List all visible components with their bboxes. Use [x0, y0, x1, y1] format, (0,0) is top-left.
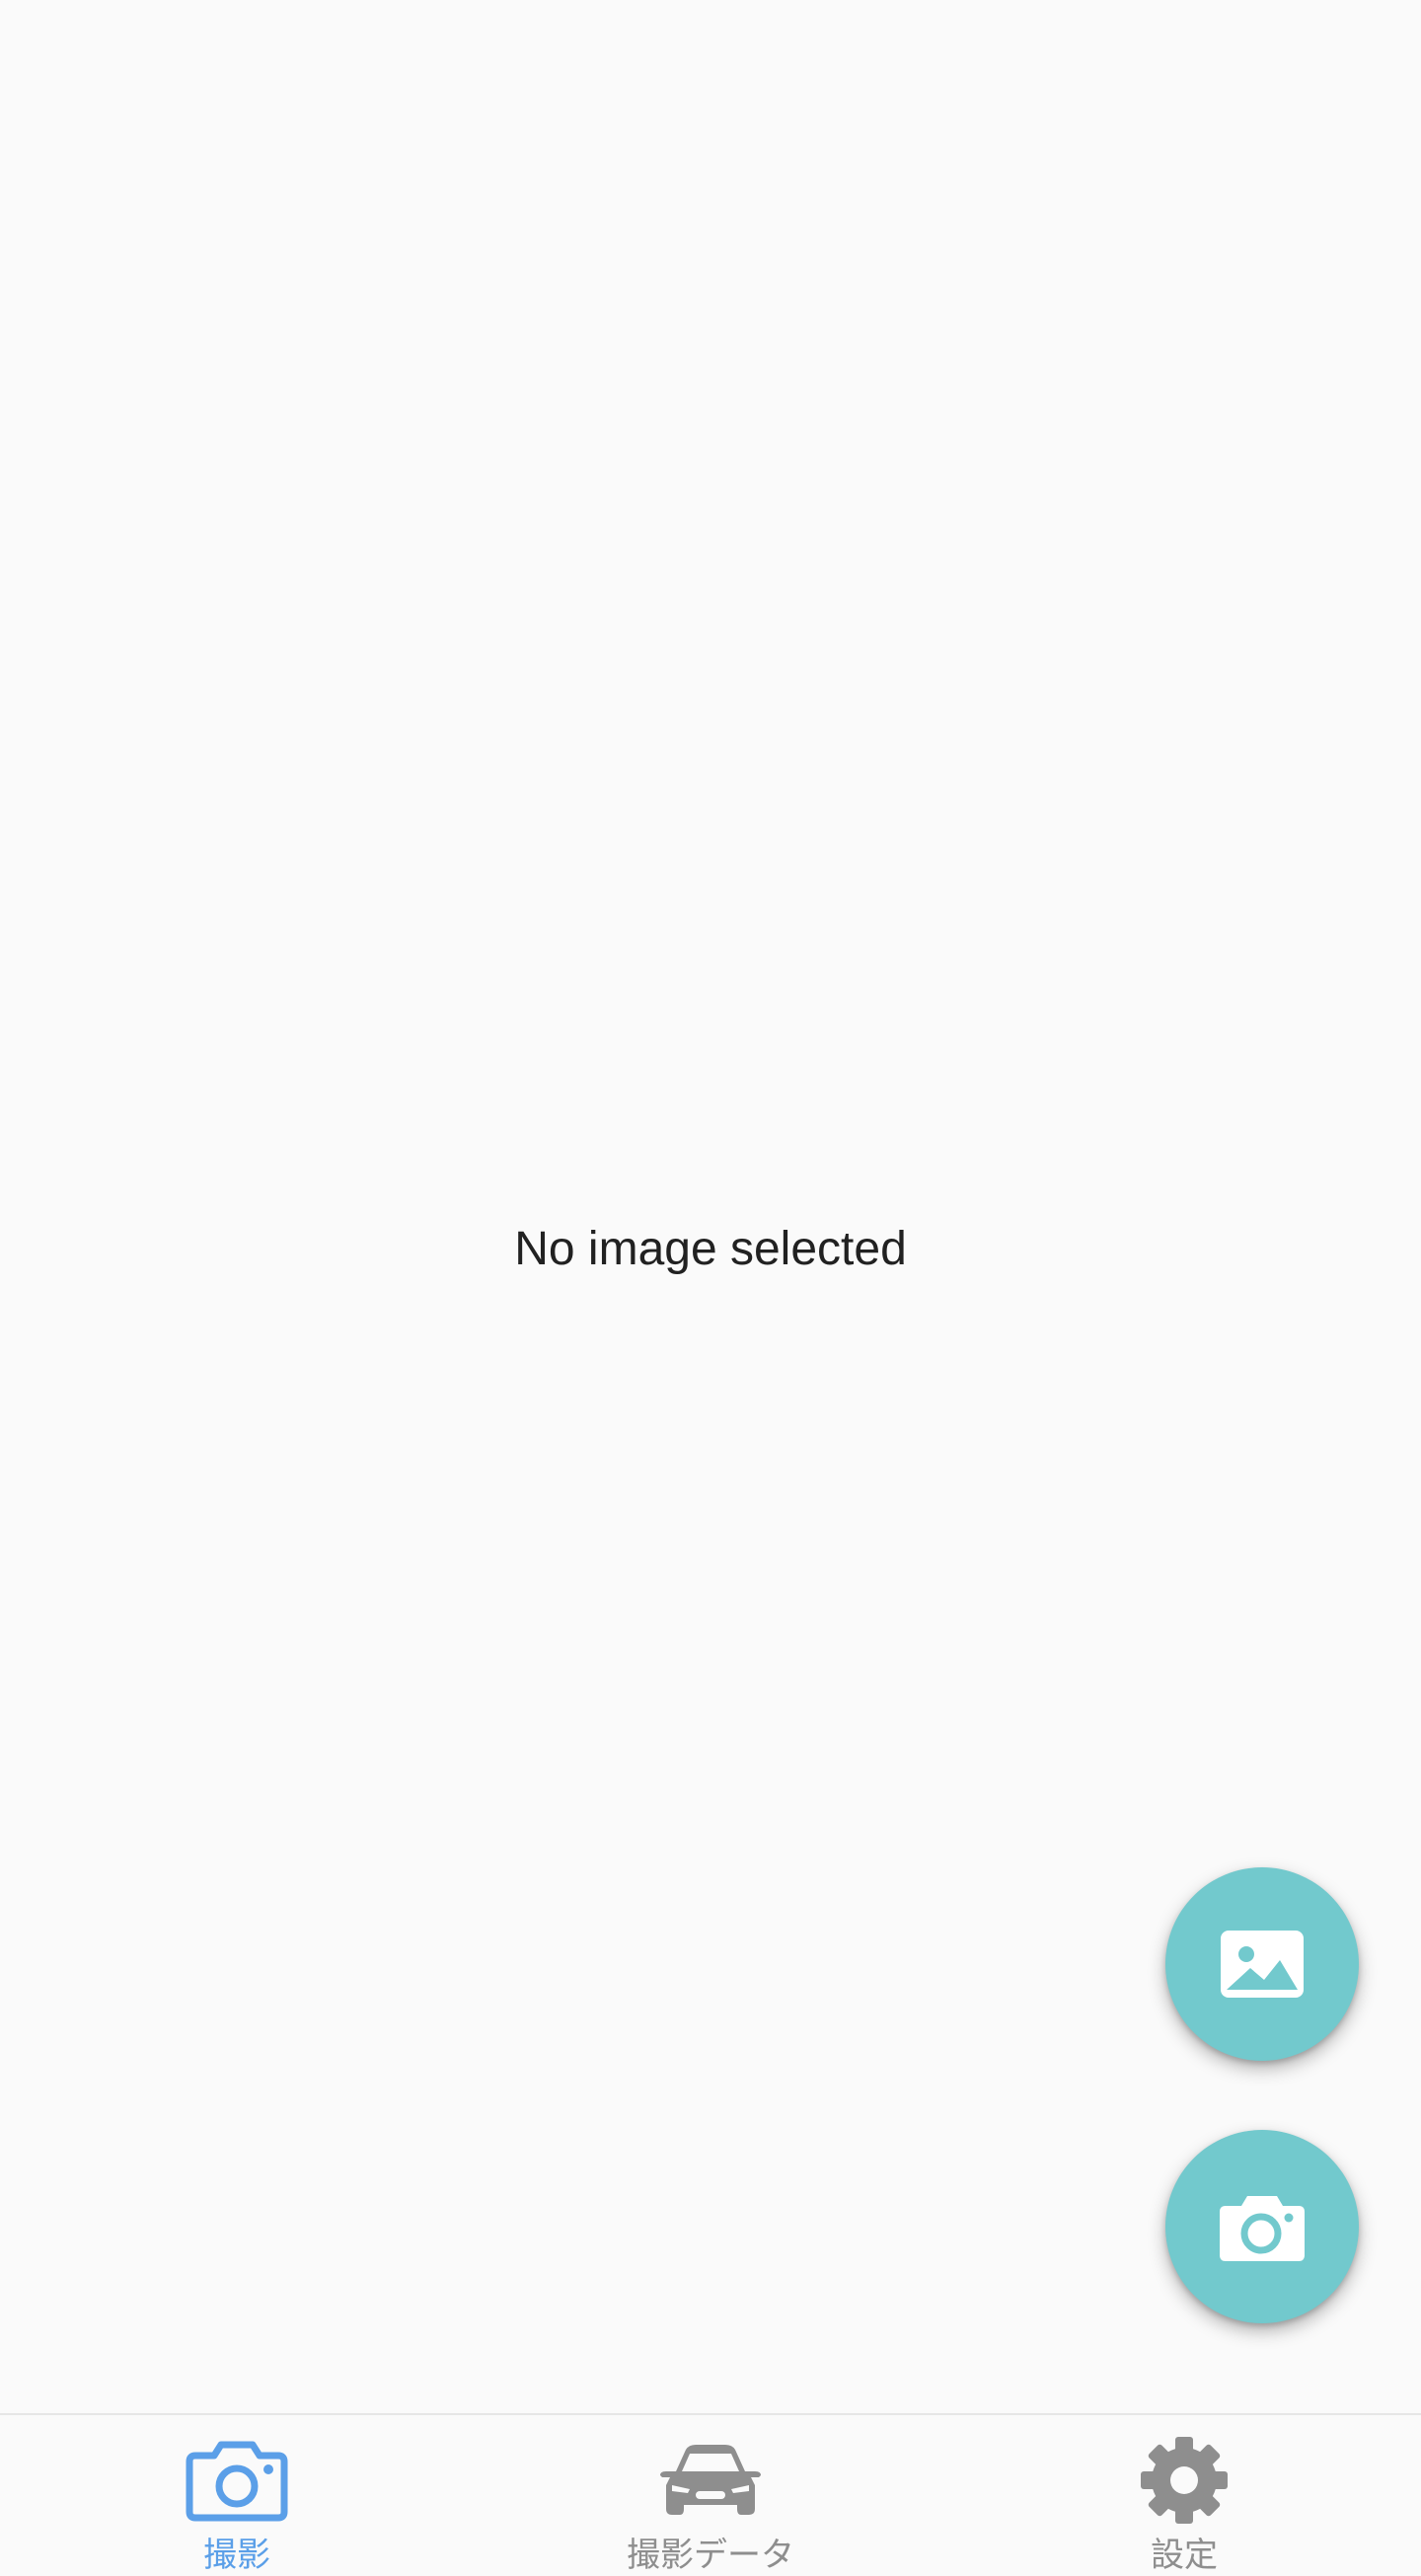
pick-from-gallery-button[interactable]	[1165, 1867, 1359, 2061]
bottom-navigation-bar: 撮影 撮影データ 設定	[0, 2413, 1421, 2576]
nav-item-label: 撮影	[203, 2536, 270, 2575]
camera-icon	[1220, 2196, 1305, 2261]
nav-item-capture-data[interactable]: 撮影データ	[474, 2415, 947, 2576]
car-icon	[655, 2433, 766, 2528]
nav-item-capture[interactable]: 撮影	[0, 2415, 474, 2576]
take-photo-button[interactable]	[1165, 2130, 1359, 2323]
camera-outline-icon	[182, 2433, 292, 2528]
empty-state-message: No image selected	[514, 1223, 907, 1275]
app-screen: No image selected 撮影 撮影データ 設定	[0, 0, 1421, 2576]
nav-item-label: 撮影データ	[627, 2536, 794, 2575]
nav-item-settings[interactable]: 設定	[947, 2415, 1421, 2576]
main-content: No image selected	[0, 0, 1421, 2413]
image-icon	[1221, 1931, 1304, 1998]
gear-icon	[1129, 2433, 1239, 2528]
nav-item-label: 設定	[1151, 2536, 1218, 2575]
